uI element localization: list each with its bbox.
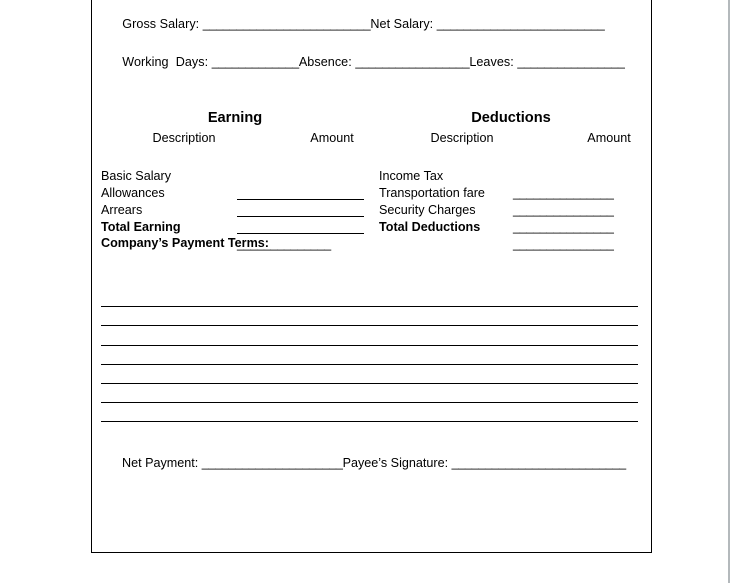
- payee-signature-input[interactable]: __________________________: [452, 456, 627, 470]
- working-days-label: Working Days:: [122, 55, 212, 69]
- earning-amount-column-header: Amount: [310, 131, 354, 145]
- payment-terms-blank-lines[interactable]: [101, 288, 638, 423]
- payment-terms-label: Company’s Payment Terms:: [101, 236, 269, 250]
- payment-terms-line[interactable]: [101, 384, 638, 404]
- net-salary-label: Net Salary:: [370, 17, 437, 31]
- net-payment-label: Net Payment:: [122, 456, 202, 470]
- payment-terms-line[interactable]: [101, 346, 638, 365]
- deductions-description-column-header: Description: [430, 131, 494, 145]
- absence-label: Absence:: [298, 55, 356, 69]
- payment-terms-line[interactable]: [101, 288, 638, 308]
- page-edge-rule: [728, 0, 730, 583]
- net-salary-input[interactable]: _________________________: [437, 17, 605, 31]
- payment-terms-line[interactable]: [101, 326, 638, 346]
- total-deductions-amount-input[interactable]: _______________: [513, 236, 614, 251]
- deductions-amount-column-header: Amount: [587, 131, 631, 145]
- working-days-input[interactable]: _____________: [212, 55, 299, 69]
- leaves-input[interactable]: ________________: [517, 55, 625, 69]
- payment-terms-line[interactable]: [101, 403, 638, 423]
- payment-terms-line[interactable]: [101, 307, 638, 327]
- earning-section-heading: Earning: [207, 110, 263, 126]
- earning-description-column-header: Description: [152, 131, 216, 145]
- gross-salary-label: Gross Salary:: [122, 17, 203, 31]
- total-deductions-label: Total Deductions: [379, 219, 481, 234]
- payee-signature-label: Payee’s Signature:: [342, 456, 452, 470]
- gross-salary-input[interactable]: _________________________: [203, 17, 371, 31]
- signature-row: Net Payment: _____________________Payee’…: [101, 442, 626, 484]
- leaves-label: Leaves:: [469, 55, 518, 69]
- payslip-document: Gross Salary: _________________________N…: [91, 0, 652, 553]
- payment-terms-line[interactable]: [101, 365, 638, 384]
- net-payment-input[interactable]: _____________________: [202, 456, 343, 470]
- absence-input[interactable]: _________________: [355, 55, 469, 69]
- deductions-section-heading: Deductions: [471, 110, 551, 126]
- attendance-row: Working Days: _____________Absence: ____…: [101, 38, 642, 86]
